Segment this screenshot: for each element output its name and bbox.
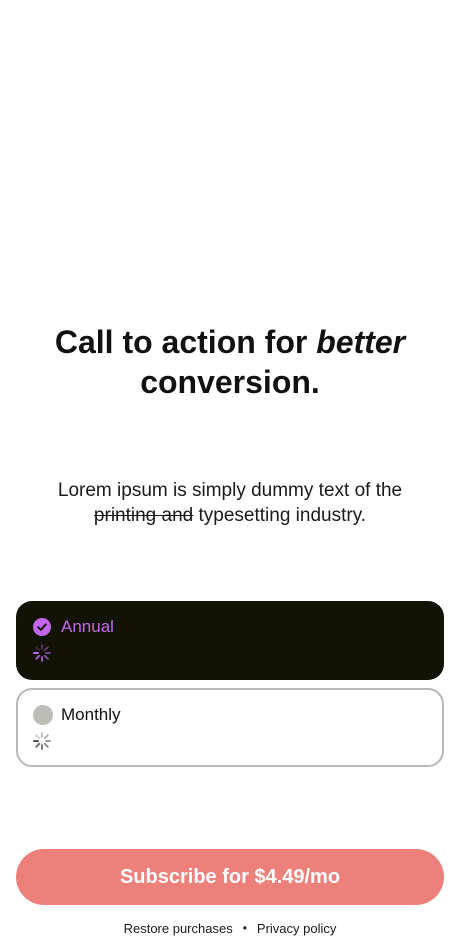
footer-separator: • [242, 921, 247, 935]
body-line-2-rest: typesetting industry. [193, 505, 367, 526]
headline: Call to action for better conversion. [0, 322, 460, 402]
body-line-1: Lorem ipsum is simply dummy text of the [57, 480, 403, 501]
headline-prefix: Call to action for [54, 324, 317, 360]
loading-spinner-icon [33, 644, 51, 662]
checkmark-circle-icon [33, 618, 51, 636]
plan-label-annual: Annual [61, 617, 114, 636]
privacy-policy-link[interactable]: Privacy policy [257, 921, 336, 936]
headline-line-1: Call to action for better [0, 322, 460, 362]
body-line-2: printing and typesetting industry. [0, 503, 460, 528]
headline-emphasis: better [316, 324, 406, 360]
body-text: Lorem ipsum is simply dummy text of the … [0, 478, 460, 528]
subscribe-button[interactable]: Subscribe for $4.49/mo [16, 849, 444, 905]
loading-spinner-icon [33, 732, 51, 750]
radio-circle-icon [33, 705, 53, 725]
restore-purchases-link[interactable]: Restore purchases [124, 921, 233, 936]
body-struck-text: printing and [93, 505, 194, 526]
plan-option-monthly[interactable]: Monthly [16, 688, 444, 767]
footer-links: Restore purchases • Privacy policy [0, 919, 460, 937]
plan-option-annual[interactable]: Annual [16, 601, 444, 680]
plan-label-monthly: Monthly [61, 705, 121, 724]
headline-line-2: conversion. [140, 364, 320, 400]
